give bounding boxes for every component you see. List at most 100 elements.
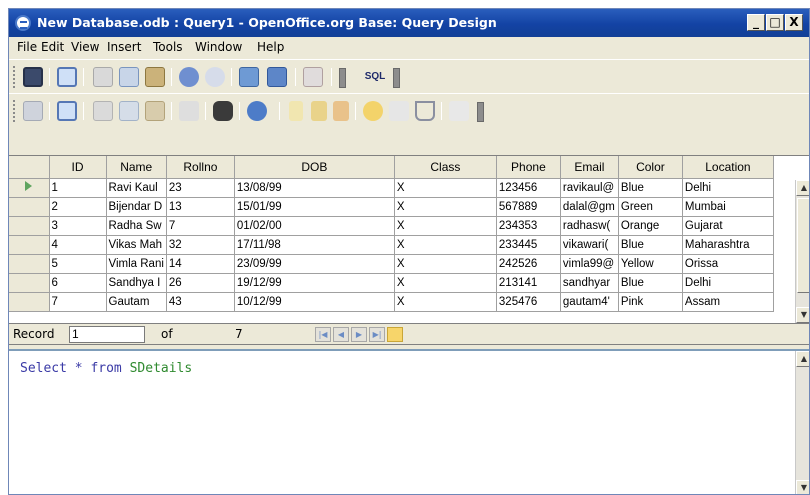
cell-id[interactable]: 7 — [49, 292, 107, 312]
edit-icon[interactable] — [57, 67, 77, 87]
cell-class[interactable]: X — [394, 216, 497, 236]
cell-location[interactable]: Delhi — [682, 178, 774, 198]
cell-email[interactable]: dalal@gm — [560, 197, 619, 217]
edit-data-icon[interactable] — [57, 101, 77, 121]
cell-rollno[interactable]: 13 — [166, 197, 235, 217]
find-icon[interactable] — [213, 101, 233, 121]
save-record-icon[interactable] — [23, 101, 43, 121]
menu-tools[interactable]: Tools — [153, 40, 183, 54]
cell-email[interactable]: sandhyar — [560, 273, 619, 293]
cell-id[interactable]: 5 — [49, 254, 107, 274]
sort-az-icon[interactable] — [311, 101, 327, 121]
cell-dob[interactable]: 23/09/99 — [234, 254, 395, 274]
cell-color[interactable]: Pink — [618, 292, 683, 312]
row-selector[interactable] — [9, 216, 50, 236]
cell-email[interactable]: vikawari( — [560, 235, 619, 255]
cell-id[interactable]: 3 — [49, 216, 107, 236]
table-row[interactable]: 7 Gautam 43 10/12/99 X 325476 gautam4' Pink Assa… — [9, 292, 774, 312]
last-record-button[interactable]: ▶| — [369, 327, 385, 342]
cell-email[interactable]: radhasw( — [560, 216, 619, 236]
cell-class[interactable]: X — [394, 292, 497, 312]
cell-dob[interactable]: 10/12/99 — [234, 292, 395, 312]
cell-rollno[interactable]: 23 — [166, 178, 235, 198]
cell-id[interactable]: 6 — [49, 273, 107, 293]
sql-statement[interactable]: Select * from SDetails — [20, 361, 192, 376]
paste-icon[interactable] — [145, 101, 165, 121]
sort-za-icon[interactable] — [333, 101, 349, 121]
cell-name[interactable]: Ravi Kaul — [106, 178, 167, 198]
cell-location[interactable]: Assam — [682, 292, 774, 312]
row-selector[interactable] — [9, 178, 50, 198]
row-selector[interactable] — [9, 197, 50, 217]
cell-phone[interactable]: 123456 — [496, 178, 561, 198]
toolbar-overflow[interactable] — [339, 68, 346, 88]
column-header-class[interactable]: Class — [394, 156, 497, 179]
grid-vertical-scrollbar[interactable]: ▲ ▼ — [795, 180, 809, 323]
toolbar-overflow[interactable] — [477, 102, 484, 122]
standard-filter-icon[interactable] — [389, 101, 409, 121]
cell-rollno[interactable]: 43 — [166, 292, 235, 312]
scroll-down-button[interactable]: ▼ — [796, 307, 809, 323]
cell-email[interactable]: gautam4' — [560, 292, 619, 312]
cell-rollno[interactable]: 32 — [166, 235, 235, 255]
cell-location[interactable]: Maharashtra — [682, 235, 774, 255]
title-bar[interactable]: New Database.odb : Query1 - OpenOffice.o… — [9, 9, 809, 37]
cell-color[interactable]: Yellow — [618, 254, 683, 274]
cell-dob[interactable]: 17/11/98 — [234, 235, 395, 255]
cell-phone[interactable]: 325476 — [496, 292, 561, 312]
cell-dob[interactable]: 01/02/00 — [234, 216, 395, 236]
cell-rollno[interactable]: 7 — [166, 216, 235, 236]
cell-location[interactable]: Mumbai — [682, 197, 774, 217]
redo-icon[interactable] — [205, 67, 225, 87]
row-selector[interactable] — [9, 235, 50, 255]
menu-edit[interactable]: Edit — [41, 40, 64, 54]
cell-class[interactable]: X — [394, 235, 497, 255]
scroll-thumb[interactable] — [797, 198, 809, 293]
refresh-icon[interactable] — [247, 101, 267, 121]
menu-help[interactable]: Help — [257, 40, 284, 54]
cell-rollno[interactable]: 26 — [166, 273, 235, 293]
sql-vertical-scrollbar[interactable]: ▲ ▼ — [795, 351, 809, 494]
cell-email[interactable]: ravikaul@ — [560, 178, 619, 198]
cell-class[interactable]: X — [394, 254, 497, 274]
row-selector[interactable] — [9, 273, 50, 293]
cell-location[interactable]: Delhi — [682, 273, 774, 293]
cell-name[interactable]: Bijendar D — [106, 197, 167, 217]
cell-id[interactable]: 1 — [49, 178, 107, 198]
toolbar-grip[interactable] — [13, 66, 16, 88]
menu-file[interactable]: File — [17, 40, 37, 54]
cell-name[interactable]: Vikas Mah — [106, 235, 167, 255]
maximize-button[interactable]: □ — [766, 14, 784, 31]
next-record-button[interactable]: ▶ — [351, 327, 367, 342]
cell-phone[interactable]: 233445 — [496, 235, 561, 255]
cell-name[interactable]: Sandhya I — [106, 273, 167, 293]
remove-filter-icon[interactable] — [449, 101, 469, 121]
copy-icon[interactable] — [119, 101, 139, 121]
close-button[interactable]: X — [785, 14, 803, 31]
menu-insert[interactable]: Insert — [107, 40, 141, 54]
cut-icon[interactable] — [93, 101, 113, 121]
toolbar-grip[interactable] — [13, 100, 16, 122]
run-sql-icon[interactable]: SQL — [361, 67, 389, 87]
cell-dob[interactable]: 19/12/99 — [234, 273, 395, 293]
openoffice-icon[interactable] — [15, 15, 31, 31]
filter-icon[interactable] — [415, 101, 435, 121]
delete-icon[interactable] — [303, 67, 323, 87]
table-row[interactable]: 5 Vimla Rani 14 23/09/99 X 242526 vimla99@ Yell… — [9, 254, 774, 274]
cell-class[interactable]: X — [394, 178, 497, 198]
undo-icon[interactable] — [179, 101, 199, 121]
cell-name[interactable]: Gautam — [106, 292, 167, 312]
cell-phone[interactable]: 567889 — [496, 197, 561, 217]
cell-class[interactable]: X — [394, 197, 497, 217]
menu-view[interactable]: View — [71, 40, 99, 54]
cell-name[interactable]: Radha Sw — [106, 216, 167, 236]
table-row[interactable]: 1 Ravi Kaul 23 13/08/99 X 123456 ravikaul@ Blue… — [9, 178, 774, 198]
cell-color[interactable]: Blue — [618, 178, 683, 198]
cell-rollno[interactable]: 14 — [166, 254, 235, 274]
sort-ascending-icon[interactable] — [289, 101, 303, 121]
cell-phone[interactable]: 242526 — [496, 254, 561, 274]
column-header-email[interactable]: Email — [560, 156, 619, 179]
design-view-icon[interactable] — [267, 67, 287, 87]
cell-color[interactable]: Blue — [618, 273, 683, 293]
column-header-color[interactable]: Color — [618, 156, 683, 179]
